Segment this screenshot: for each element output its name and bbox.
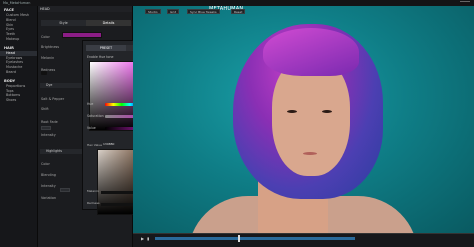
salt-pepper-label: Salt & Pepper <box>41 97 65 101</box>
brightness-label: Brightness <box>41 45 60 49</box>
blending-label: Blending <box>41 173 56 177</box>
left-eye <box>287 110 297 113</box>
window-controls-icon[interactable] <box>460 1 470 5</box>
tree-item-shoes[interactable]: Shoes <box>0 98 37 103</box>
pause-icon[interactable]: ▮ <box>147 237 151 241</box>
tree-item-beard[interactable]: Beard <box>0 70 37 75</box>
hex-label: Hex Value <box>87 143 103 147</box>
avatar-bangs <box>263 28 359 76</box>
animation-timeline: ▶ ▮ <box>133 233 474 247</box>
avatar-mouth <box>303 152 317 155</box>
reset-button[interactable]: Reset <box>231 9 246 14</box>
color-swatch[interactable] <box>62 32 102 38</box>
root-fade-label: Root Fade <box>41 120 58 124</box>
enable-hue-checkbox[interactable]: Enable Hue tone <box>87 55 113 59</box>
hex-input[interactable]: 139880 <box>103 142 114 146</box>
root-fade-field[interactable] <box>41 126 51 130</box>
redness-slider[interactable] <box>41 71 47 75</box>
panel-title: HEAD <box>38 6 132 12</box>
intensity2-field[interactable] <box>60 188 70 192</box>
right-eye <box>322 110 332 113</box>
play-icon[interactable]: ▶ <box>141 237 145 241</box>
shift-label: Shift <box>41 107 49 111</box>
variation-label: Variation <box>41 196 57 200</box>
3d-viewport[interactable]: Studio Grid METAHUMAN Sync Blue Tweaks R… <box>133 6 474 233</box>
tree-item-makeup[interactable]: Makeup <box>0 37 37 42</box>
color-label: Color <box>41 35 50 39</box>
sync-button[interactable]: Sync Blue Tweaks <box>187 9 220 14</box>
timeline-track[interactable] <box>155 237 355 240</box>
melanin-label: Melanin <box>41 56 55 60</box>
studio-button[interactable]: Studio <box>145 9 161 14</box>
grid-button[interactable]: Grid <box>167 9 180 14</box>
intensity2-label: Intensity <box>41 184 56 188</box>
melanin-label-picker: Melanin <box>87 189 99 193</box>
section-highlights[interactable]: Highlights <box>40 149 82 154</box>
tab-details[interactable]: Details <box>86 20 131 26</box>
section-dye[interactable]: Dye <box>40 83 82 88</box>
intensity-label: Intensity <box>41 133 56 137</box>
redness-label-picker: Redness <box>87 201 100 205</box>
saturation-label: Saturation <box>87 114 104 118</box>
panel-tabs: Style Details <box>41 20 131 26</box>
category-tree: FACE Custom Mesh Blend Skin Eyes Teeth M… <box>0 6 38 247</box>
tab-style[interactable]: Style <box>41 20 86 26</box>
highlight-color-label: Color <box>41 162 50 166</box>
timeline-playhead[interactable] <box>238 235 240 242</box>
hue-label: Hue <box>87 102 94 106</box>
value-label: Value <box>87 126 96 130</box>
tab-preset[interactable]: PRESET <box>86 45 126 51</box>
